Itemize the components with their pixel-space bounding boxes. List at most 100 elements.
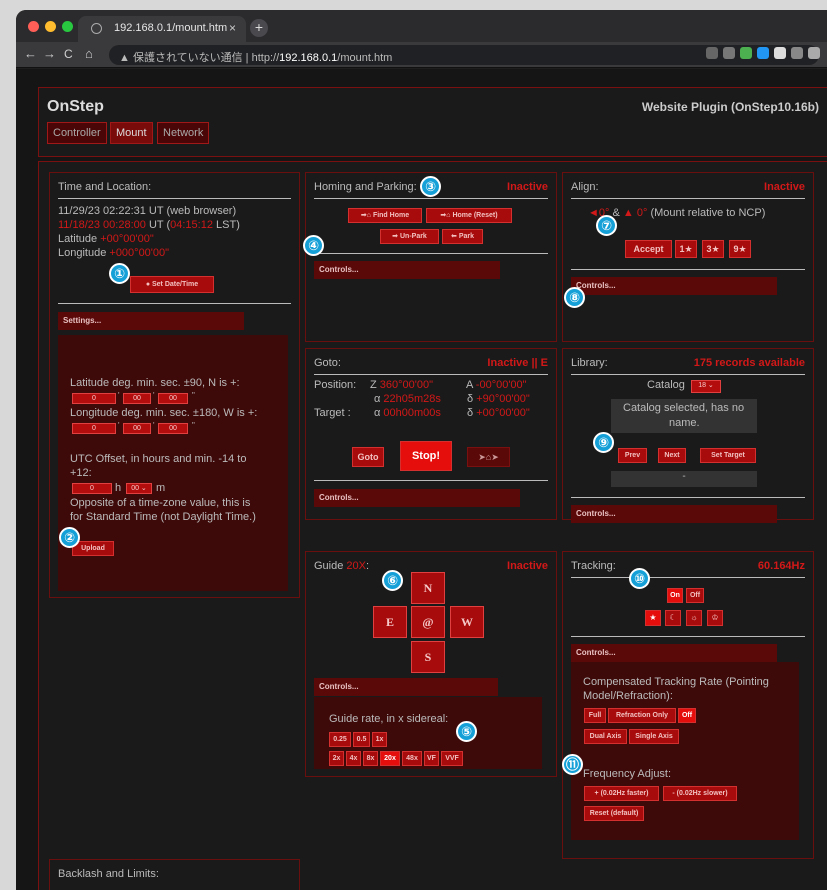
comp-full-button[interactable]: Full [584,708,606,723]
nav-controller[interactable]: Controller [47,122,107,144]
share-icon[interactable] [706,47,718,59]
rate-4x-button[interactable]: 4x [346,751,361,766]
align-3-star-button[interactable]: 3★ [702,240,724,258]
bookmark-star-icon[interactable] [723,47,735,59]
longitude-value: +000°00'00" [109,247,170,259]
lst-value: 04:15:12 [170,219,213,231]
rate-1x-button[interactable]: 1x [372,732,387,747]
align-card: Align: Inactive ◄0° & ▲ 0° (Mount relati… [562,172,814,342]
minimize-window-icon[interactable] [45,21,56,32]
browser-toolbar: ← → C ⌂ ▲ 保護されていない通信 | http://192.168.0.… [16,42,827,68]
nav-network[interactable]: Network [157,122,210,144]
card-title: Backlash and Limits: [58,868,159,880]
solar-sun-icon[interactable]: ☼ [686,610,702,626]
comp-off-button[interactable]: Off [678,708,696,723]
utc-hours-input[interactable]: 0 [72,483,112,494]
nav-mount[interactable]: Mount [110,122,153,144]
library-controls-toggle[interactable]: Controls... [571,505,777,523]
guide-east-button[interactable]: E [373,606,407,638]
freq-faster-button[interactable]: + (0.02Hz faster) [584,786,659,801]
upload-button[interactable]: Upload [72,541,114,556]
home-reset-button[interactable]: ➡⌂ Home (Reset) [426,208,512,223]
guide-title: Guide [314,560,344,572]
unpark-button[interactable]: ➡ Un-Park [380,229,439,244]
lat-sec-input[interactable]: 00 [158,393,188,404]
guide-controls-toggle[interactable]: Controls... [314,678,498,696]
single-axis-button[interactable]: Single Axis [629,729,679,744]
plugin-version: Website Plugin (OnStep10.16b) [641,100,819,114]
align-note: (Mount relative to NCP) [650,207,766,219]
lst-label: LST) [212,219,240,231]
rate-2x-button[interactable]: 2x [329,751,344,766]
minutes-label: m [156,482,166,494]
lon-deg-input[interactable]: 0 [72,423,116,434]
align-controls-toggle[interactable]: Controls... [571,277,777,295]
sidereal-star-icon[interactable]: ★ [645,610,661,626]
lat-deg-input[interactable]: 0 [72,393,116,404]
extension-icon[interactable] [757,47,769,59]
annotation-badge-2: ② [59,527,80,548]
guide-south-button[interactable]: S [411,641,445,673]
rate-vvf-button[interactable]: VVF [441,751,463,766]
ut-label: UT ( [145,219,171,231]
goto-home-button[interactable]: ➤⌂➤ [467,447,510,467]
rate-0.5-button[interactable]: 0.5 [353,732,370,747]
rate-48x-button[interactable]: 48x [402,751,422,766]
freq-slower-button[interactable]: - (0.02Hz slower) [663,786,737,801]
close-window-icon[interactable] [28,21,39,32]
sync-button[interactable]: @ [411,606,445,638]
tracking-off-button[interactable]: Off [686,588,704,603]
settings-toggle[interactable]: Settings... [58,312,244,330]
new-tab-button[interactable]: + [250,19,268,37]
pos-dec-value: +90°00'00" [476,393,530,405]
forward-icon[interactable]: → [43,46,56,61]
rate-0.25-button[interactable]: 0.25 [329,732,351,747]
reload-icon[interactable]: C [64,47,73,61]
extension-icon[interactable] [740,47,752,59]
lon-sec-input[interactable]: 00 [158,423,188,434]
tracking-controls-toggle[interactable]: Controls... [571,644,777,662]
align-9-star-button[interactable]: 9★ [729,240,751,258]
next-button[interactable]: Next [658,448,686,463]
library-status: 175 records available [693,357,805,369]
set-target-button[interactable]: Set Target [700,448,756,463]
rate-8x-button[interactable]: 8x [363,751,378,766]
goto-button[interactable]: Goto [352,447,384,467]
back-icon[interactable]: ← [24,46,37,61]
align-1-star-button[interactable]: 1★ [675,240,697,258]
browser-tab[interactable]: 192.168.0.1/mount.htm × [78,16,246,42]
find-home-button[interactable]: ➡⌂ Find Home [348,208,422,223]
dual-axis-button[interactable]: Dual Axis [584,729,627,744]
close-tab-icon[interactable]: × [229,21,236,35]
homing-controls-toggle[interactable]: Controls... [314,261,500,279]
set-date-time-label: Set Date/Time [152,281,199,288]
king-rate-icon[interactable]: ♔ [707,610,723,626]
lat-min-input[interactable]: 00 [123,393,151,404]
url-host: 192.168.0.1 [279,52,338,64]
rate-20x-button[interactable]: 20x [380,751,400,766]
set-date-time-button[interactable]: ● Set Date/Time [130,276,214,293]
stop-button[interactable]: Stop! [400,441,452,471]
zoom-window-icon[interactable] [62,21,73,32]
prev-button[interactable]: Prev [618,448,647,463]
park-button[interactable]: ⬅ Park [442,229,483,244]
tracking-on-button[interactable]: On [667,588,683,603]
guide-north-button[interactable]: N [411,572,445,604]
goto-controls-toggle[interactable]: Controls... [314,489,520,507]
rate-vf-button[interactable]: VF [424,751,439,766]
freq-reset-button[interactable]: Reset (default) [584,806,644,821]
tz-note: Opposite of a time-zone value, this is [70,497,251,509]
lunar-moon-icon[interactable]: ☾ [665,610,681,626]
extension-icon[interactable] [774,47,786,59]
extension-icon[interactable] [791,47,803,59]
lon-min-input[interactable]: 00 [123,423,151,434]
accept-button[interactable]: Accept [625,240,672,258]
guide-west-button[interactable]: W [450,606,484,638]
home-icon[interactable]: ⌂ [85,46,93,61]
catalog-select[interactable]: 18 ⌄ [691,380,721,393]
utc-minutes-select[interactable]: 00 ⌄ [126,483,152,494]
annotation-badge-10: ⑩ [629,568,650,589]
puzzle-icon[interactable] [808,47,820,59]
tracking-settings-panel: Compensated Tracking Rate (Pointing Mode… [571,662,799,840]
comp-refraction-button[interactable]: Refraction Only [608,708,676,723]
